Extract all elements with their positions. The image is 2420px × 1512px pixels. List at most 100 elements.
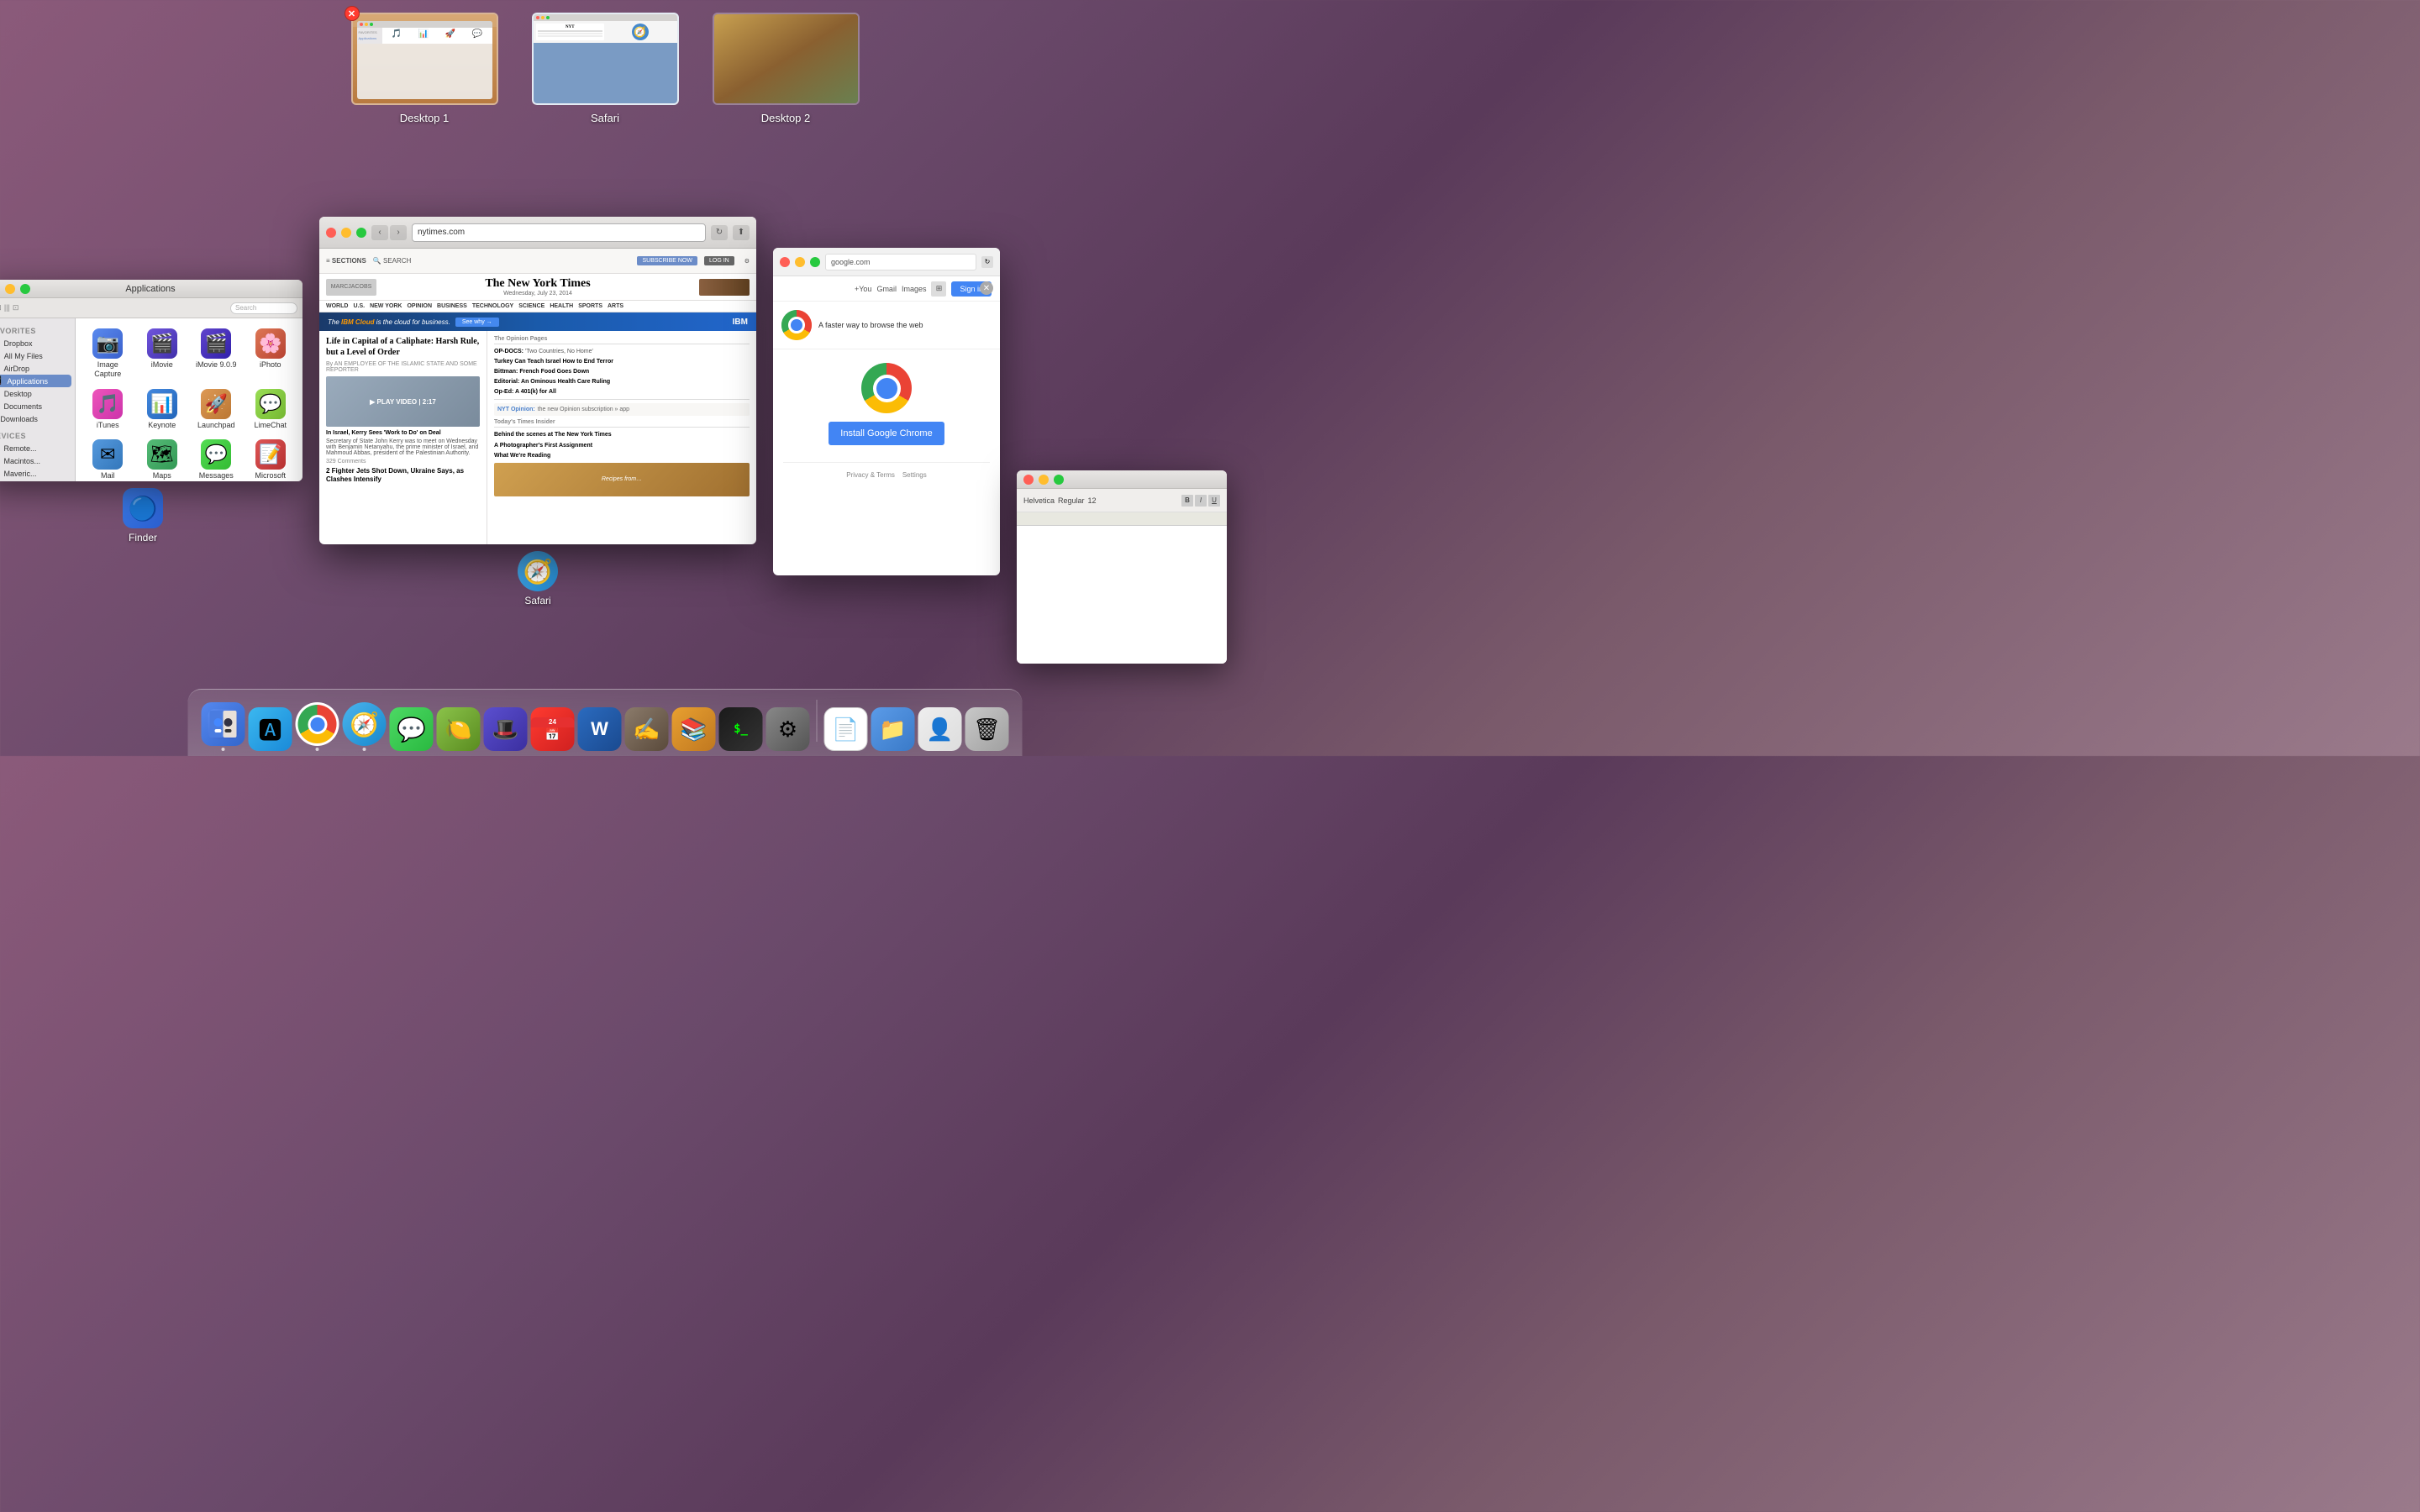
nav-us[interactable]: U.S. <box>353 303 365 309</box>
google-apps-icon[interactable]: ⊞ <box>931 281 946 297</box>
google-address-bar[interactable]: google.com <box>825 254 976 270</box>
safari-reload-button[interactable]: ↻ <box>711 225 728 240</box>
safari-maximize-button[interactable] <box>356 228 366 238</box>
textedit-minimize-button[interactable] <box>1039 475 1049 485</box>
sidebar-item-applications[interactable]: 📱 Applications <box>0 375 71 387</box>
app-item-imovie[interactable]: 🎬 iMovie <box>137 325 188 382</box>
dock-item-trash[interactable]: 🗑 <box>965 707 1009 751</box>
safari-address-bar[interactable]: nytimes.com <box>412 223 706 242</box>
dock-item-contacts[interactable]: 👤 <box>918 707 962 751</box>
ibm-cta-button[interactable]: See why → <box>455 318 499 327</box>
textedit-body[interactable] <box>1017 526 1227 664</box>
size-selector[interactable]: 12 <box>1088 496 1097 505</box>
dock-item-sysprefs[interactable]: ⚙ <box>766 707 810 751</box>
google-plus-link[interactable]: +You <box>855 285 871 293</box>
nyt-sections-button[interactable]: ≡ SECTIONS <box>326 257 366 265</box>
safari-close-button[interactable] <box>326 228 336 238</box>
gmail-link[interactable]: Gmail <box>876 285 897 293</box>
dock-item-newdoc[interactable]: 📄 <box>824 707 868 751</box>
google-minimize-button[interactable] <box>795 257 805 267</box>
nav-tech[interactable]: TECHNOLOGY <box>472 303 513 309</box>
view-icon-coverflow[interactable]: ⊡ <box>13 303 19 312</box>
google-close-button[interactable] <box>780 257 790 267</box>
app-item-imagecapture[interactable]: 📷 Image Capture <box>82 325 134 382</box>
sidebar-item-documents[interactable]: 📄 Documents <box>0 400 75 412</box>
underline-button[interactable]: U <box>1208 495 1220 507</box>
space-safari[interactable]: NYT 🧭 Safari <box>532 13 679 124</box>
nyt-login-button[interactable]: LOG IN <box>704 256 734 265</box>
finder-window-title: Applications <box>5 284 296 294</box>
textedit-window[interactable]: Helvetica Regular 12 B I U 📝 TextEdit <box>1017 470 1227 664</box>
nav-business[interactable]: BUSINESS <box>437 303 467 309</box>
app-item-keynote[interactable]: 📊 Keynote <box>137 386 188 433</box>
font-selector[interactable]: Helvetica <box>1023 496 1055 505</box>
safari-main-window[interactable]: ‹ › nytimes.com ↻ ⬆ ≡ SECTIONS 🔍 SEARCH … <box>319 217 756 544</box>
style-selector[interactable]: Regular <box>1058 496 1085 505</box>
images-link[interactable]: Images <box>902 285 927 293</box>
sidebar-item-maverick[interactable]: 💿 Maveric... <box>0 467 75 480</box>
launchpad-icon: 🚀 <box>201 389 231 419</box>
google-chrome-window[interactable]: google.com ↻ +You Gmail Images ⊞ Sign in <box>773 248 1000 575</box>
chrome-dock-icon <box>296 702 339 746</box>
safari-forward-button[interactable]: › <box>390 225 407 240</box>
nav-opinion[interactable]: OPINION <box>407 303 432 309</box>
sidebar-item-dropbox[interactable]: 📦 Dropbox <box>0 337 75 349</box>
app-item-iphoto[interactable]: 🌸 iPhoto <box>245 325 297 382</box>
nyt-settings-icon[interactable]: ⚙ <box>744 258 750 265</box>
finder-titlebar: Applications <box>0 280 302 298</box>
dock-item-folder[interactable]: 📁 <box>871 707 915 751</box>
italic-button[interactable]: I <box>1195 495 1207 507</box>
space-close-button[interactable]: ✕ <box>345 6 360 21</box>
app-item-itunes[interactable]: 🎵 iTunes <box>82 386 134 433</box>
dock-item-messages[interactable]: 💬 <box>390 707 434 751</box>
view-icon-columns[interactable]: ||| <box>4 303 10 312</box>
safari-minimize-button[interactable] <box>341 228 351 238</box>
sidebar-item-airdrop[interactable]: 📡 AirDrop <box>0 362 75 375</box>
space-desktop1[interactable]: ✕ FAVORITES Applications <box>351 13 498 124</box>
nav-ny[interactable]: NEW YORK <box>370 303 402 309</box>
app-item-msoffice[interactable]: 📝 Microsoft Office 2011 <box>245 436 297 481</box>
dock-item-appstore[interactable]: 🅰 <box>249 707 292 751</box>
chrome-promo-close[interactable]: ✕ <box>980 281 993 295</box>
sidebar-item-downloads[interactable]: ⬇ Downloads <box>0 412 75 425</box>
space-desktop2[interactable]: Desktop 2 <box>713 13 860 124</box>
textedit-maximize-button[interactable] <box>1054 475 1064 485</box>
app-item-mail[interactable]: ✉ Mail <box>82 436 134 481</box>
dock-item-alfred[interactable]: 🎩 <box>484 707 528 751</box>
nav-sports[interactable]: SPORTS <box>578 303 602 309</box>
google-maximize-button[interactable] <box>810 257 820 267</box>
bold-button[interactable]: B <box>1181 495 1193 507</box>
google-refresh-button[interactable]: ↻ <box>981 256 993 268</box>
nyt-search-button[interactable]: 🔍 SEARCH <box>373 257 412 265</box>
safari-back-button[interactable]: ‹ <box>371 225 388 240</box>
textedit-close-button[interactable] <box>1023 475 1034 485</box>
finder-search[interactable]: Search <box>230 302 297 314</box>
nav-science[interactable]: SCIENCE <box>518 303 544 309</box>
dock-item-safari[interactable]: 🧭 <box>343 702 387 751</box>
nav-health[interactable]: HEALTH <box>550 303 573 309</box>
dock-item-chrome[interactable] <box>296 702 339 751</box>
dock-item-calendar[interactable]: 24 📅 <box>531 707 575 751</box>
view-icon-grid[interactable]: ⊞ <box>0 303 2 312</box>
app-item-maps[interactable]: 🗺 Maps <box>137 436 188 481</box>
app-item-imovie9[interactable]: 🎬 iMovie 9.0.9 <box>191 325 242 382</box>
dock-item-limechat[interactable]: 🍋 <box>437 707 481 751</box>
sidebar-item-remote[interactable]: 💻 Remote... <box>0 442 75 454</box>
nav-arts[interactable]: ARTS <box>608 303 623 309</box>
nyt-subscribe-button[interactable]: SUBSCRIBE NOW <box>637 256 697 265</box>
safari-share-button[interactable]: ⬆ <box>733 225 750 240</box>
dock-item-ibooks[interactable]: 📚 <box>672 707 716 751</box>
nav-world[interactable]: WORLD <box>326 303 348 309</box>
app-item-launchpad[interactable]: 🚀 Launchpad <box>191 386 242 433</box>
dock-item-finder[interactable] <box>202 702 245 751</box>
dock-item-terminal[interactable]: $_ <box>719 707 763 751</box>
sidebar-item-macintosh[interactable]: 💻 Macintos... <box>0 454 75 467</box>
sidebar-item-desktop[interactable]: 🖥 Desktop <box>0 387 75 400</box>
dock-item-script[interactable]: ✍ <box>625 707 669 751</box>
install-chrome-button[interactable]: Install Google Chrome <box>829 422 944 445</box>
dock-item-word[interactable]: W <box>578 707 622 751</box>
sidebar-item-all-files[interactable]: 🗂 All My Files <box>0 349 75 362</box>
app-item-limechat[interactable]: 💬 LimeChat <box>245 386 297 433</box>
app-item-messages[interactable]: 💬 Messages <box>191 436 242 481</box>
finder-window[interactable]: Applications ≡ ⊞ ||| ⊡ Search FAVORITES <box>0 280 302 481</box>
